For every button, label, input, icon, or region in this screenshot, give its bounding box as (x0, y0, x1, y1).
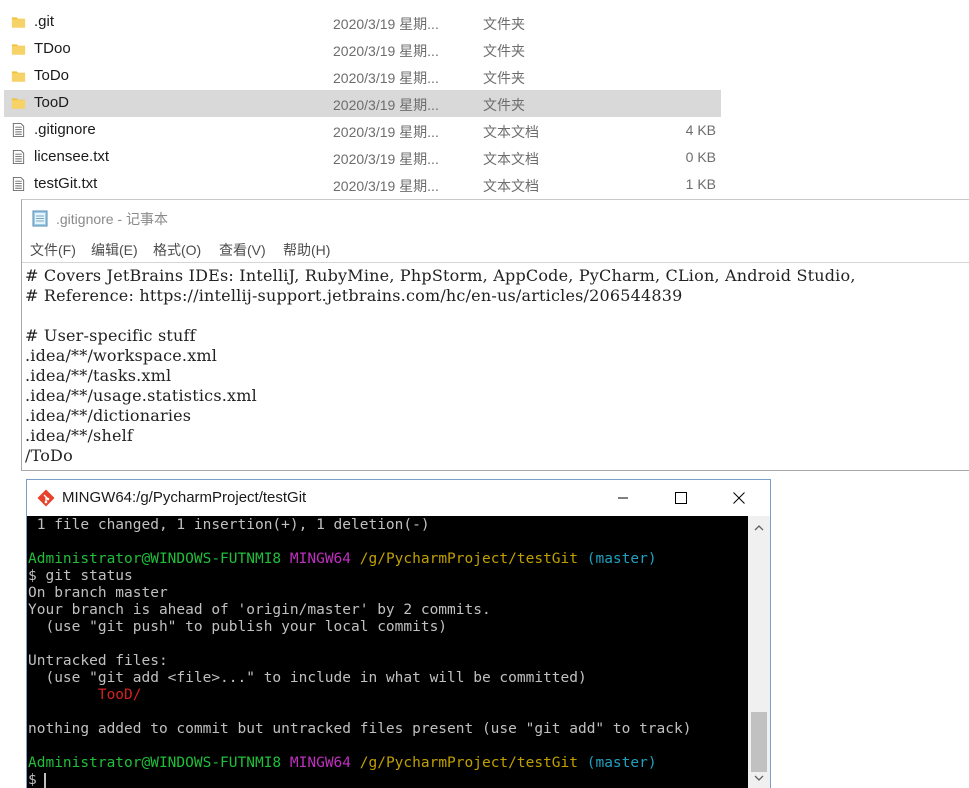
prompt-env: MINGW64 (289, 755, 352, 771)
notepad-icon (32, 210, 48, 227)
file-name: ToDo (34, 67, 70, 84)
file-row-tood[interactable]: TooD 2020/3/19 星期... 文件夹 (4, 90, 721, 117)
scroll-down-icon[interactable] (753, 772, 765, 784)
file-date: 2020/3/19 星期... (333, 178, 439, 194)
terminal-title: MINGW64:/g/PycharmProject/testGit (62, 489, 307, 506)
file-row-tdoo[interactable]: TDoo 2020/3/19 星期... 文件夹 (4, 36, 721, 63)
text-file-icon (12, 176, 25, 192)
file-row-todo[interactable]: ToDo 2020/3/19 星期... 文件夹 (4, 63, 721, 90)
file-type: 文件夹 (483, 43, 525, 59)
text-file-icon (12, 149, 25, 165)
file-type: 文件夹 (483, 16, 525, 32)
file-date: 2020/3/19 星期... (333, 43, 439, 59)
terminal-line: (use "git push" to publish your local co… (28, 619, 448, 635)
file-date: 2020/3/19 星期... (333, 16, 439, 32)
prompt-user: Administrator@WINDOWS-FUTNMI8 (28, 755, 282, 771)
file-row-licensee[interactable]: licensee.txt 2020/3/19 星期... 文本文档 0 KB (4, 144, 721, 171)
terminal-input-line: $ (28, 772, 46, 788)
file-explorer-list: .git 2020/3/19 星期... 文件夹 TDoo 2020/3/19 … (0, 0, 969, 200)
untracked-file: TooD/ (28, 687, 142, 703)
file-type: 文本文档 (483, 124, 539, 140)
prompt-user: Administrator@WINDOWS-FUTNMI8 (28, 551, 282, 567)
notepad-title: .gitignore - 记事本 (56, 211, 169, 227)
terminal-line: (use "git add <file>..." to include in w… (28, 670, 587, 686)
minimize-icon (618, 497, 628, 499)
terminal-title-bar[interactable]: MINGW64:/g/PycharmProject/testGit (27, 480, 770, 516)
terminal-output[interactable]: 1 file changed, 1 insertion(+), 1 deleti… (27, 516, 748, 788)
terminal-line: 1 file changed, 1 insertion(+), 1 deleti… (28, 517, 430, 533)
terminal-line: Your branch is ahead of 'origin/master' … (28, 602, 491, 618)
file-type: 文本文档 (483, 178, 539, 194)
menu-view[interactable]: 查看(V) (219, 240, 266, 260)
prompt-branch: (master) (586, 551, 657, 567)
terminal-scrollbar[interactable] (748, 516, 770, 788)
text-line: .idea/**/tasks.xml (25, 366, 172, 385)
file-size: 1 KB (685, 176, 716, 192)
file-type: 文本文档 (483, 151, 539, 167)
folder-icon (11, 44, 26, 55)
file-name: testGit.txt (34, 175, 98, 192)
file-row-gitignore[interactable]: .gitignore 2020/3/19 星期... 文本文档 4 KB (4, 117, 721, 144)
file-date: 2020/3/19 星期... (333, 70, 439, 86)
folder-icon (11, 98, 26, 109)
text-line: .idea/**/dictionaries (25, 406, 192, 425)
folder-icon (11, 17, 26, 28)
git-icon (37, 489, 55, 507)
file-name: TDoo (34, 40, 71, 57)
terminal-window: MINGW64:/g/PycharmProject/testGit 1 file… (26, 479, 771, 788)
prompt-path: /g/PycharmProject/testGit (359, 551, 578, 567)
terminal-prompt: Administrator@WINDOWS-FUTNMI8 MINGW64 /g… (28, 551, 657, 568)
notepad-text-area[interactable]: # Covers JetBrains IDEs: IntelliJ, RubyM… (22, 262, 969, 470)
file-name: .git (34, 13, 55, 30)
file-date: 2020/3/19 星期... (333, 97, 439, 113)
file-name: licensee.txt (34, 148, 110, 165)
close-button[interactable] (710, 480, 768, 516)
menu-file[interactable]: 文件(F) (30, 240, 76, 260)
prompt-path: /g/PycharmProject/testGit (359, 755, 578, 771)
text-line: # User-specific stuff (25, 326, 196, 345)
file-row-git[interactable]: .git 2020/3/19 星期... 文件夹 (4, 9, 721, 36)
terminal-cursor (44, 773, 46, 788)
minimize-button[interactable] (594, 480, 652, 516)
maximize-button[interactable] (652, 480, 710, 516)
text-line: /ToDo (25, 446, 73, 465)
terminal-line: nothing added to commit but untracked fi… (28, 721, 692, 737)
maximize-icon (675, 492, 687, 504)
scrollbar-thumb[interactable] (751, 712, 767, 772)
terminal-line: Untracked files: (28, 653, 168, 669)
terminal-command: $ git status (28, 568, 133, 584)
folder-icon (11, 71, 26, 82)
text-line: .idea/**/workspace.xml (25, 346, 218, 365)
prompt-branch: (master) (586, 755, 657, 771)
scroll-up-icon[interactable] (753, 522, 765, 534)
terminal-line: On branch master (28, 585, 168, 601)
file-size: 4 KB (685, 122, 716, 138)
menu-format[interactable]: 格式(O) (153, 240, 201, 260)
notepad-title-bar[interactable]: .gitignore - 记事本 (22, 200, 969, 236)
text-line: .idea/**/shelf (25, 426, 134, 445)
file-date: 2020/3/19 星期... (333, 151, 439, 167)
prompt-env: MINGW64 (289, 551, 352, 567)
file-name: .gitignore (34, 121, 96, 138)
file-type: 文件夹 (483, 97, 525, 113)
file-name: TooD (34, 94, 70, 111)
text-line: # Reference: https://intellij-support.je… (25, 286, 683, 305)
menu-help[interactable]: 帮助(H) (283, 240, 330, 260)
menu-edit[interactable]: 编辑(E) (91, 240, 138, 260)
notepad-menu-bar: 文件(F) 编辑(E) 格式(O) 查看(V) 帮助(H) (22, 238, 969, 260)
notepad-window: .gitignore - 记事本 文件(F) 编辑(E) 格式(O) 查看(V)… (21, 199, 969, 471)
file-date: 2020/3/19 星期... (333, 124, 439, 140)
text-file-icon (12, 122, 25, 138)
close-icon (733, 492, 745, 504)
file-size: 0 KB (685, 149, 716, 165)
text-line: # Covers JetBrains IDEs: IntelliJ, RubyM… (25, 266, 856, 285)
text-line: .idea/**/usage.statistics.xml (25, 386, 257, 405)
file-row-testgit[interactable]: testGit.txt 2020/3/19 星期... 文本文档 1 KB (4, 171, 721, 198)
file-type: 文件夹 (483, 70, 525, 86)
terminal-prompt: Administrator@WINDOWS-FUTNMI8 MINGW64 /g… (28, 755, 657, 772)
